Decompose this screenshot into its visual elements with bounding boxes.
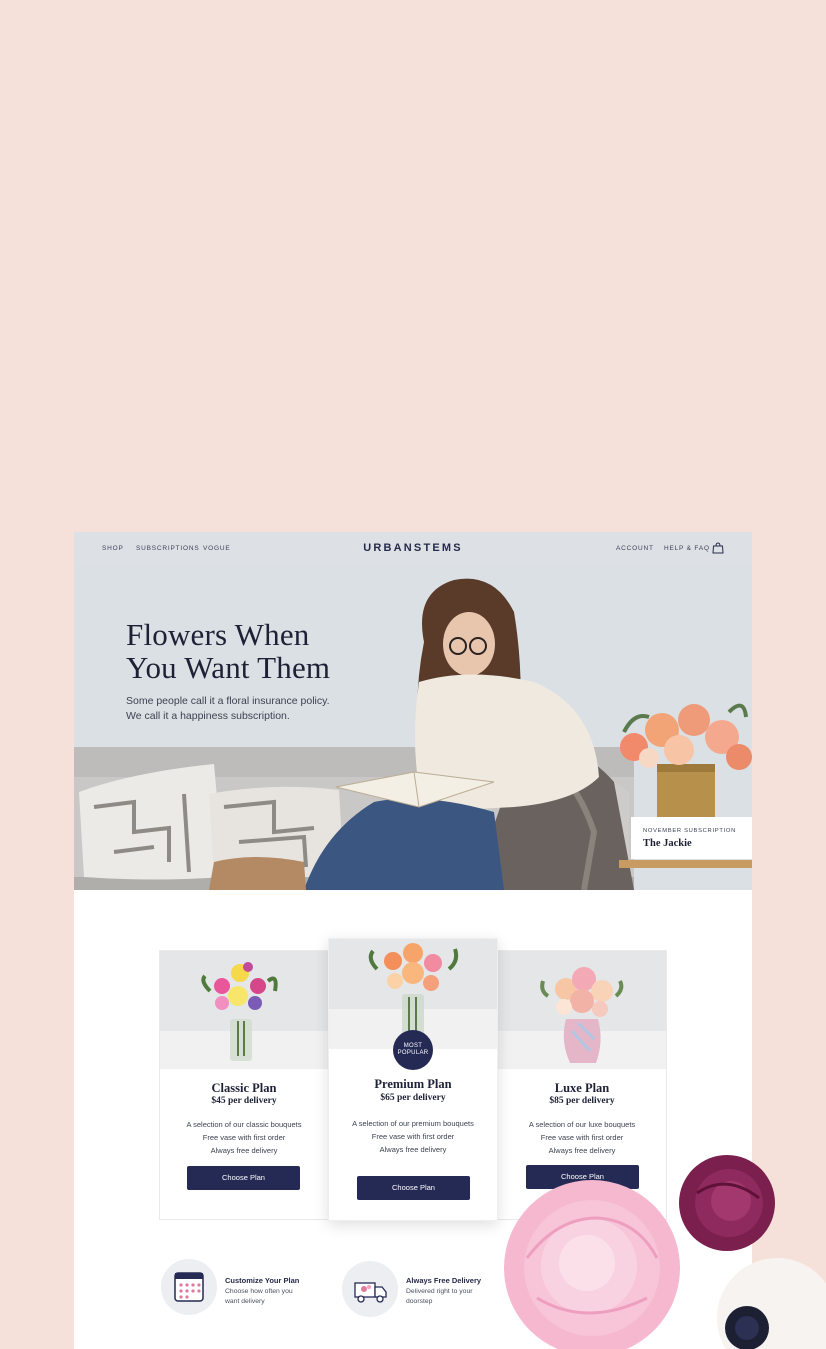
feature-description-line: doorstep — [406, 1298, 433, 1305]
feature-description-line: want delivery — [225, 1298, 265, 1305]
feature-description-line: Choose how often you — [225, 1288, 293, 1295]
plan-feature: A selection of our luxe bouquets — [528, 1120, 636, 1129]
plan-title: Premium Plan — [374, 1077, 452, 1091]
feature-description: Delivered right to your doorstep — [406, 1287, 486, 1307]
featured-bouquet-name: The Jackie — [643, 838, 692, 849]
plan-card-classic: Classic Plan $45 per delivery A selectio… — [159, 950, 329, 1220]
feature-title: Customize Your Plan — [225, 1276, 300, 1285]
hero-subtitle-line: Some people call it a floral insurance p… — [126, 695, 330, 707]
hero-subtitle-line: We call it a happiness subscription. — [126, 710, 290, 722]
plan-price: $85 per delivery — [549, 1096, 615, 1106]
feature-description: Choose how often you want delivery — [225, 1287, 305, 1307]
nav-help-faq[interactable]: HELP & FAQ — [664, 545, 710, 552]
plan-card-premium: MOST POPULAR Premium Plan $65 per delive… — [328, 938, 498, 1221]
plan-feature: Always free delivery — [210, 1146, 278, 1155]
feature-title: Always Free Delivery — [406, 1276, 482, 1285]
choose-plan-button-premium[interactable]: Choose Plan — [357, 1176, 470, 1200]
choose-plan-button-classic[interactable]: Choose Plan — [187, 1166, 300, 1190]
plan-title: Classic Plan — [211, 1081, 277, 1095]
burgundy-ranunculus — [679, 1155, 775, 1251]
hero-title: Flowers When You Want Them — [126, 618, 386, 684]
plan-title: Luxe Plan — [554, 1081, 610, 1095]
plan-feature: Always free delivery — [379, 1145, 447, 1154]
hero-subtitle: Some people call it a floral insurance p… — [126, 694, 330, 724]
shopping-bag-icon[interactable] — [712, 542, 724, 554]
feature-description-line: Delivered right to your — [406, 1288, 473, 1295]
pink-peony — [504, 1180, 680, 1349]
delivery-truck-icon — [342, 1261, 398, 1317]
classic-bouquet-image — [160, 951, 328, 1069]
hero-title-line: Flowers When — [126, 617, 310, 652]
plan-feature: Free vase with first order — [540, 1133, 624, 1142]
luxe-bouquet-image — [498, 951, 666, 1069]
plan-price: $65 per delivery — [380, 1093, 446, 1103]
plan-feature: A selection of our classic bouquets — [186, 1120, 302, 1129]
hero-title-line: You Want Them — [126, 650, 331, 685]
white-anemone — [717, 1258, 826, 1349]
featured-eyebrow: NOVEMBER SUBSCRIPTION — [643, 828, 736, 834]
plan-feature: Free vase with first order — [371, 1132, 455, 1141]
badge-line: POPULAR — [397, 1050, 429, 1056]
calendar-icon — [161, 1259, 217, 1315]
featured-bouquet-card[interactable]: NOVEMBER SUBSCRIPTION The Jackie — [631, 817, 752, 859]
decorative-flowers — [504, 1155, 826, 1349]
badge-line: MOST — [403, 1042, 423, 1049]
top-nav: SHOP SUBSCRIPTIONS VOGUE URBANSTEMS ACCO… — [74, 532, 752, 566]
nav-account[interactable]: ACCOUNT — [616, 545, 654, 552]
plan-feature: Free vase with first order — [202, 1133, 286, 1142]
plan-price: $45 per delivery — [211, 1096, 277, 1106]
most-popular-badge: MOST POPULAR — [393, 1030, 433, 1070]
hero-section: Flowers When You Want Them Some people c… — [74, 532, 752, 890]
plan-feature: A selection of our premium bouquets — [352, 1119, 474, 1128]
